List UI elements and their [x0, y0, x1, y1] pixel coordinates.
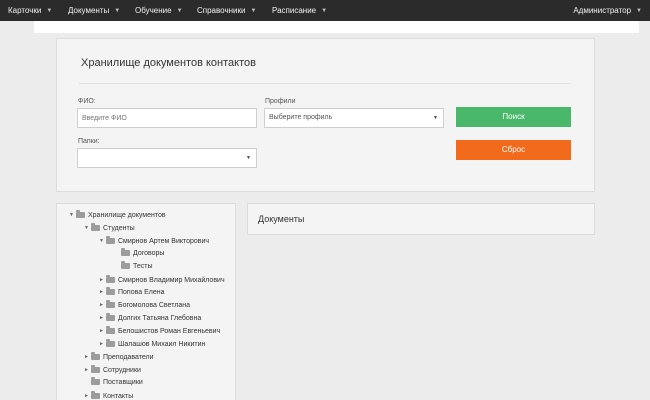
- tree-node[interactable]: Тесты: [114, 260, 153, 272]
- documents-title: Документы: [258, 214, 305, 224]
- chevron-down-icon: ▼: [46, 8, 53, 14]
- tree-node[interactable]: ► Белошистов Роман Евгеньевич: [99, 326, 220, 336]
- folder-icon: [91, 222, 100, 231]
- tree-node-label: Контакты: [103, 392, 134, 400]
- folder-tree-panel: ▼ Хранилище документов ▼ Студенты ▼ Смирнов А…: [56, 203, 236, 400]
- tree-node[interactable]: ► Преподаватели: [84, 351, 154, 362]
- tree-node-label: Хранилище документов: [88, 212, 166, 219]
- triangle-right-icon[interactable]: ►: [99, 339, 106, 349]
- folder-icon: [91, 364, 100, 373]
- tree-node[interactable]: Поставщики: [84, 376, 143, 388]
- select-caret-icon: ▼: [246, 155, 251, 161]
- tree-node-label: Смирнов Владимир Михайлович: [118, 276, 225, 284]
- triangle-right-icon[interactable]: ►: [99, 300, 106, 310]
- fio-input[interactable]: [77, 108, 257, 128]
- folder-icon: [91, 376, 100, 385]
- tree-node-label: Студенты: [103, 224, 135, 232]
- folder-icon: [106, 300, 115, 309]
- chevron-down-icon: ▼: [321, 8, 328, 14]
- tree-node[interactable]: ► Смирнов Владимир Михайлович: [99, 274, 225, 285]
- fio-label: ФИО:: [78, 98, 96, 105]
- folder-icon: [91, 351, 100, 360]
- tree-node-label: Поставщики: [103, 378, 143, 386]
- nav-item-label: Документы: [68, 6, 110, 15]
- search-button[interactable]: Поиск: [456, 107, 571, 127]
- tree-node[interactable]: ► Шалашов Михаил Никитин: [99, 339, 205, 349]
- divider: [79, 83, 571, 84]
- profiles-select-value: Выберите профиль: [269, 114, 333, 121]
- folders-label: Папки:: [78, 138, 100, 145]
- nav-item-training[interactable]: Обучение ▼: [135, 0, 183, 21]
- nav-item-directories[interactable]: Справочники ▼: [197, 0, 256, 21]
- folders-select[interactable]: ▼: [77, 148, 257, 168]
- content-header-strip: [34, 21, 639, 33]
- triangle-down-icon[interactable]: ▼: [99, 236, 106, 246]
- tree-node-label: Преподаватели: [103, 353, 154, 361]
- chevron-down-icon: ▼: [636, 8, 642, 14]
- nav-item-cards[interactable]: Карточки ▼: [8, 0, 52, 21]
- chevron-down-icon: ▼: [176, 8, 183, 14]
- tree-node-label: Смирнов Артем Викторович: [118, 237, 210, 245]
- triangle-right-icon[interactable]: ►: [99, 287, 106, 297]
- triangle-right-icon[interactable]: ►: [84, 352, 91, 362]
- folder-icon: [76, 210, 85, 218]
- folder-icon: [106, 287, 115, 296]
- documents-panel: Документы: [247, 203, 595, 235]
- nav-item-label: Обучение: [135, 6, 172, 15]
- tree-node-label: Тесты: [133, 262, 153, 270]
- reset-button[interactable]: Сброс: [456, 140, 571, 160]
- folder-icon: [91, 390, 100, 399]
- tree-node[interactable]: Договоры: [114, 247, 165, 259]
- triangle-right-icon[interactable]: ►: [84, 391, 91, 400]
- folder-icon: [121, 247, 130, 256]
- nav-item-schedule[interactable]: Расписание ▼: [272, 0, 327, 21]
- tree-node[interactable]: ► Богомолова Светлана: [99, 300, 190, 310]
- tree-node-label: Богомолова Светлана: [118, 302, 191, 310]
- select-caret-icon: ▼: [433, 115, 438, 121]
- profiles-select[interactable]: Выберите профиль ▼: [264, 108, 444, 128]
- nav-item-label: Справочники: [197, 6, 246, 15]
- tree-node-label: Долгих Татьяна Глебовна: [118, 315, 202, 323]
- triangle-right-icon[interactable]: ►: [99, 326, 106, 336]
- folder-icon: [106, 326, 115, 335]
- triangle-right-icon[interactable]: ►: [99, 275, 106, 285]
- folder-icon: [106, 313, 115, 322]
- tree-node-label: Белошистов Роман Евгеньевич: [118, 328, 221, 336]
- search-panel: Хранилище документов контактов ФИО: Проф…: [56, 38, 595, 192]
- tree-node[interactable]: ► Контакты: [84, 390, 134, 400]
- top-nav-bar: Карточки ▼ Документы ▼ Обучение ▼ Справочни…: [0, 0, 650, 21]
- tree-node[interactable]: ► Сотрудники: [84, 364, 141, 375]
- tree-node-label: Сотрудники: [103, 366, 141, 374]
- folder-icon: [106, 339, 115, 347]
- nav-item-documents[interactable]: Документы ▼: [68, 0, 120, 21]
- nav-item-label: Карточки: [8, 6, 42, 15]
- nav-item-label: Расписание: [272, 6, 317, 15]
- chevron-down-icon: ▼: [114, 8, 121, 14]
- tree-node-label: Шалашов Михаил Никитин: [118, 341, 206, 348]
- tree-node[interactable]: ► Долгих Татьяна Глебовна: [99, 313, 201, 323]
- profiles-label: Профили: [265, 98, 296, 105]
- tree-node[interactable]: ▼ Смирнов Артем Викторович: [99, 235, 210, 246]
- folder-icon: [106, 235, 115, 244]
- tree-node-label: Договоры: [133, 249, 165, 257]
- triangle-right-icon[interactable]: ►: [99, 313, 106, 323]
- triangle-down-icon[interactable]: ▼: [84, 223, 91, 233]
- folder-icon: [121, 260, 130, 269]
- page-title: Хранилище документов контактов: [81, 57, 256, 69]
- folder-icon: [106, 274, 115, 283]
- triangle-down-icon[interactable]: ▼: [69, 210, 76, 220]
- tree-node-label: Попова Елена: [118, 289, 165, 297]
- chevron-down-icon: ▼: [250, 8, 257, 14]
- user-name: Администратор: [573, 6, 632, 15]
- tree-node[interactable]: ▼ Студенты: [84, 222, 135, 233]
- tree-node[interactable]: ▼ Хранилище документов: [69, 210, 166, 220]
- triangle-right-icon[interactable]: ►: [84, 365, 91, 375]
- tree-node[interactable]: ► Попова Елена: [99, 287, 165, 297]
- nav-user-menu[interactable]: Администратор ▼: [573, 0, 642, 21]
